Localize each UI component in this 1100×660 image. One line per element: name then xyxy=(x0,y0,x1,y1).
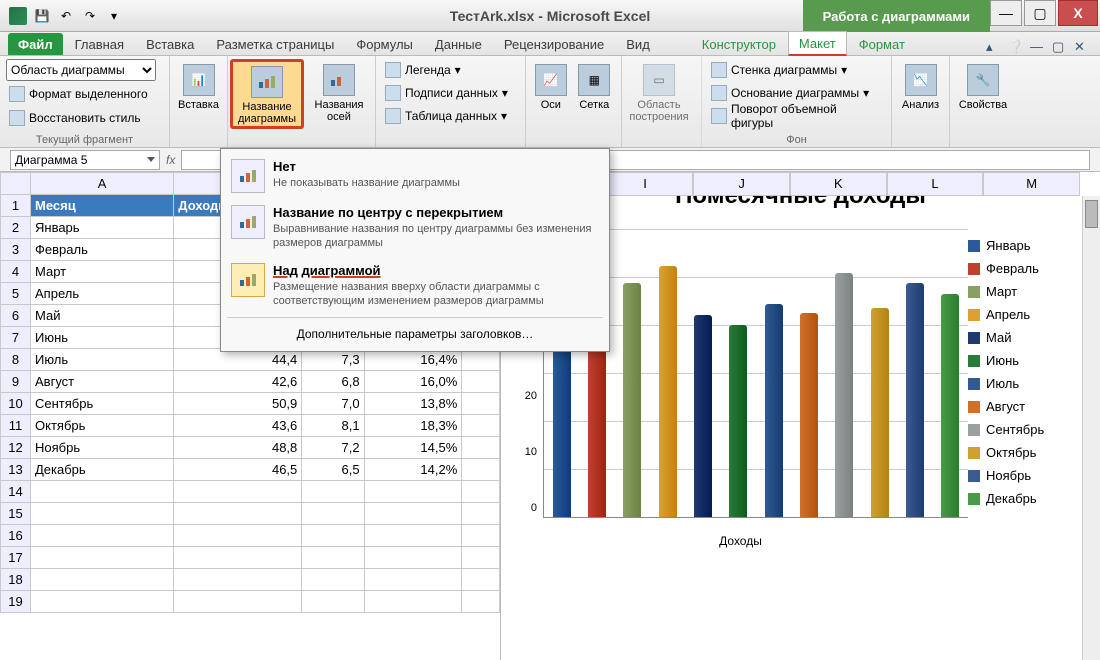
tab-insert[interactable]: Вставка xyxy=(136,33,204,55)
tab-data[interactable]: Данные xyxy=(425,33,492,55)
doc-close-icon[interactable]: ✕ xyxy=(1074,39,1090,55)
chart-bar[interactable] xyxy=(906,283,924,517)
properties-button[interactable]: 🔧Свойства xyxy=(956,59,1010,129)
chart-floor-button[interactable]: Основание диаграммы ▾ xyxy=(708,82,872,104)
chart-element-selector[interactable]: Область диаграммы xyxy=(6,59,156,81)
tab-page-layout[interactable]: Разметка страницы xyxy=(206,33,344,55)
legend-item[interactable]: Декабрь xyxy=(968,491,1088,506)
chart-wall-button[interactable]: Стенка диаграммы ▾ xyxy=(708,59,850,81)
menu-item-above-chart[interactable]: Над диаграммойРазмещение названия вверху… xyxy=(221,257,609,315)
window-title: ТестArk.xlsx - Microsoft Excel xyxy=(450,8,651,24)
chart-center-icon xyxy=(231,205,265,239)
doc-minimize-icon[interactable]: — xyxy=(1030,39,1046,55)
excel-app-icon[interactable] xyxy=(8,6,28,26)
minimize-button[interactable]: — xyxy=(990,0,1022,26)
undo-icon[interactable]: ↶ xyxy=(56,6,76,26)
tab-layout[interactable]: Макет xyxy=(788,31,847,56)
tab-file[interactable]: Файл xyxy=(8,33,63,55)
help-icon[interactable]: ❔ xyxy=(1008,39,1024,55)
format-selection-button[interactable]: Формат выделенного xyxy=(6,83,151,105)
group-current-selection: Текущий фрагмент xyxy=(6,132,163,146)
reset-style-button[interactable]: Восстановить стиль xyxy=(6,107,144,129)
tab-formulas[interactable]: Формулы xyxy=(346,33,423,55)
chart-x-label: Доходы xyxy=(513,534,968,548)
chart-bar[interactable] xyxy=(623,283,641,517)
chart-bar[interactable] xyxy=(765,304,783,517)
legend-item[interactable]: Апрель xyxy=(968,307,1088,322)
redo-icon[interactable]: ↷ xyxy=(80,6,100,26)
analysis-button[interactable]: 📉Анализ xyxy=(898,59,943,129)
chart-title-button[interactable]: Название диаграммы xyxy=(230,59,304,129)
legend-item[interactable]: Январь xyxy=(968,238,1088,253)
close-button[interactable]: X xyxy=(1058,0,1098,26)
data-labels-button[interactable]: Подписи данных ▾ xyxy=(382,82,511,104)
axis-titles-button[interactable]: Названия осей xyxy=(308,59,370,129)
legend-item[interactable]: Май xyxy=(968,330,1088,345)
chart-bar[interactable] xyxy=(800,313,818,517)
chart-above-icon xyxy=(231,263,265,297)
chart-tools-title: Работа с диаграммами xyxy=(803,0,990,32)
chart-bar[interactable] xyxy=(659,266,677,517)
chart-bar[interactable] xyxy=(835,273,853,517)
menu-more-options[interactable]: Дополнительные параметры заголовков… xyxy=(221,321,609,347)
chevron-down-icon[interactable] xyxy=(147,157,155,162)
doc-restore-icon[interactable]: ▢ xyxy=(1052,39,1068,55)
chart-bar[interactable] xyxy=(941,294,959,517)
tab-home[interactable]: Главная xyxy=(65,33,134,55)
tab-format[interactable]: Формат xyxy=(849,33,915,55)
chart-none-icon xyxy=(231,159,265,193)
3d-rotation-button[interactable]: Поворот объемной фигуры xyxy=(708,105,885,127)
legend-item[interactable]: Ноябрь xyxy=(968,468,1088,483)
tab-design[interactable]: Конструктор xyxy=(692,33,786,55)
legend-item[interactable]: Июль xyxy=(968,376,1088,391)
gridlines-button[interactable]: ▦Сетка xyxy=(574,59,615,129)
insert-button[interactable]: 📊Вставка xyxy=(176,59,221,129)
minimize-ribbon-icon[interactable]: ▴ xyxy=(986,39,1002,55)
chart-legend[interactable]: Январь Февраль Март Апрель Май Июнь Июль Август… xyxy=(968,218,1088,548)
legend-item[interactable]: Июнь xyxy=(968,353,1088,368)
chart-bar[interactable] xyxy=(871,308,889,517)
data-table-button[interactable]: Таблица данных ▾ xyxy=(382,105,510,127)
maximize-button[interactable]: ▢ xyxy=(1024,0,1056,26)
ribbon-tab-strip: Файл Главная Вставка Разметка страницы Ф… xyxy=(0,32,1100,56)
vertical-scrollbar[interactable] xyxy=(1082,196,1100,660)
axes-button[interactable]: 📈Оси xyxy=(532,59,570,129)
title-bar: 💾 ↶ ↷ ▾ ТестArk.xlsx - Microsoft Excel Р… xyxy=(0,0,1100,32)
legend-item[interactable]: Сентябрь xyxy=(968,422,1088,437)
chart-title-menu: НетНе показывать название диаграммы Назв… xyxy=(220,148,610,352)
legend-item[interactable]: Август xyxy=(968,399,1088,414)
ribbon-body: Область диаграммы Формат выделенного Вос… xyxy=(0,56,1100,148)
legend-item[interactable]: Март xyxy=(968,284,1088,299)
tab-review[interactable]: Рецензирование xyxy=(494,33,614,55)
qat-customize-icon[interactable]: ▾ xyxy=(104,6,124,26)
menu-item-centered-overlay[interactable]: Название по центру с перекрытиемВыравнив… xyxy=(221,199,609,257)
chart-bar[interactable] xyxy=(729,325,747,517)
tab-view[interactable]: Вид xyxy=(616,33,660,55)
menu-item-none[interactable]: НетНе показывать название диаграммы xyxy=(221,153,609,199)
plot-area-button: ▭Область построения xyxy=(628,59,690,129)
save-icon[interactable]: 💾 xyxy=(32,6,52,26)
legend-button[interactable]: Легенда ▾ xyxy=(382,59,464,81)
name-box[interactable]: Диаграмма 5 xyxy=(10,150,160,170)
fx-icon[interactable]: fx xyxy=(166,153,175,167)
legend-item[interactable]: Октябрь xyxy=(968,445,1088,460)
legend-item[interactable]: Февраль xyxy=(968,261,1088,276)
group-background: Фон xyxy=(708,132,885,146)
chart-bar[interactable] xyxy=(694,315,712,517)
scrollbar-thumb[interactable] xyxy=(1085,200,1098,228)
